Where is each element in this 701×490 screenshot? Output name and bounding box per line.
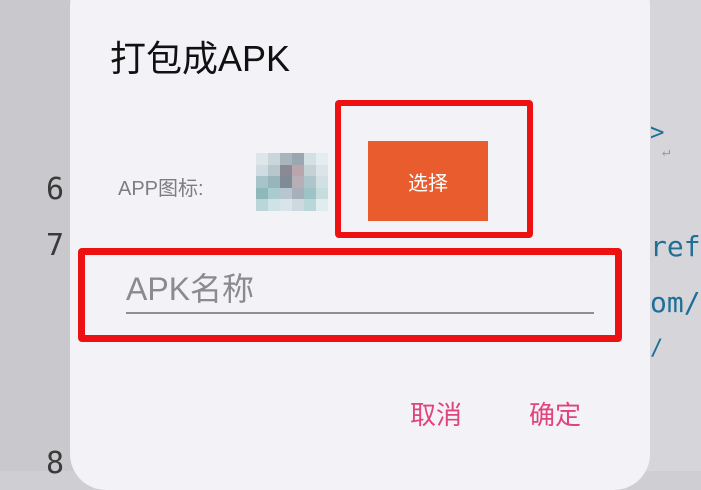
code-fragment: / <box>650 336 664 361</box>
code-fragment: > <box>650 118 665 146</box>
app-icon-label: APP图标: <box>118 178 204 200</box>
code-fragment: ↵ <box>662 144 671 160</box>
line-number: 7 <box>46 228 65 263</box>
code-fragment: ref <box>650 230 701 263</box>
line-number: 8 <box>46 446 65 481</box>
line-number: 6 <box>46 172 65 207</box>
dialog-title: 打包成APK <box>110 38 291 79</box>
code-fragment: om/ <box>650 286 701 319</box>
select-icon-button[interactable]: 选择 <box>368 141 488 221</box>
package-apk-dialog: 打包成APK APP图标: 选择 取消 确定 <box>70 0 650 490</box>
confirm-button[interactable]: 确定 <box>529 395 581 432</box>
cancel-button[interactable]: 取消 <box>410 395 462 432</box>
apk-name-input[interactable] <box>126 266 594 314</box>
app-icon-preview <box>256 153 328 211</box>
